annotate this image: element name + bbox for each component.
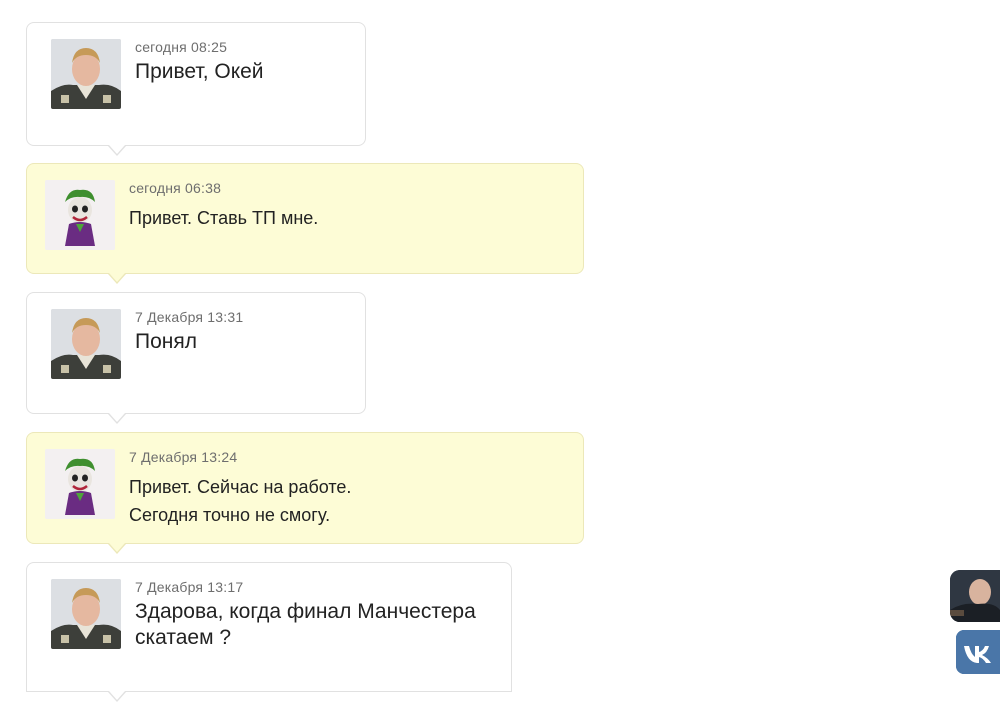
message-text: Понял [135,329,197,355]
message-timestamp: сегодня 08:25 [135,39,228,55]
message-line: скатаем ? [135,626,232,649]
message-text: Здарова, когда финал Манчестера скатаем … [135,599,476,651]
message-bubble-outgoing[interactable]: сегодня 08:25 Привет, Окей [26,22,366,156]
message-bubble-outgoing[interactable]: 7 Декабря 13:17 Здарова, когда финал Ман… [26,562,512,702]
user-avatar[interactable] [51,39,121,109]
user-avatar[interactable] [51,309,121,379]
message-text: Привет. Сейчас на работе. Сегодня точно … [129,473,351,529]
message-line: Привет, Окей [135,60,264,83]
message-bubble-incoming[interactable]: сегодня 06:38 Привет. Ставь ТП мне. [26,163,584,284]
message-timestamp: 7 Декабря 13:31 [135,309,244,325]
message-line: Привет. Сейчас на работе. [129,477,352,497]
contact-avatar[interactable] [45,180,115,250]
message-timestamp: сегодня 06:38 [129,180,222,196]
user-avatar[interactable] [51,579,121,649]
floating-chat-head-avatar[interactable] [950,570,1000,622]
message-thread: сегодня 08:25 Привет, Окей сегодня 06:38… [0,0,1000,702]
message-line: Здарова, когда финал Манчестера [135,600,476,623]
message-text: Привет, Окей [135,59,264,85]
message-timestamp: 7 Декабря 13:24 [129,449,238,465]
message-line: Сегодня точно не смогу. [129,505,331,525]
vk-logo-icon[interactable] [956,630,1000,674]
message-line: Привет. Ставь ТП мне. [129,208,319,228]
message-bubble-incoming[interactable]: 7 Декабря 13:24 Привет. Сейчас на работе… [26,432,584,554]
message-text: Привет. Ставь ТП мне. [129,204,318,232]
message-line: Понял [135,330,197,353]
message-timestamp: 7 Декабря 13:17 [135,579,244,595]
contact-avatar[interactable] [45,449,115,519]
message-bubble-outgoing[interactable]: 7 Декабря 13:31 Понял [26,292,366,424]
